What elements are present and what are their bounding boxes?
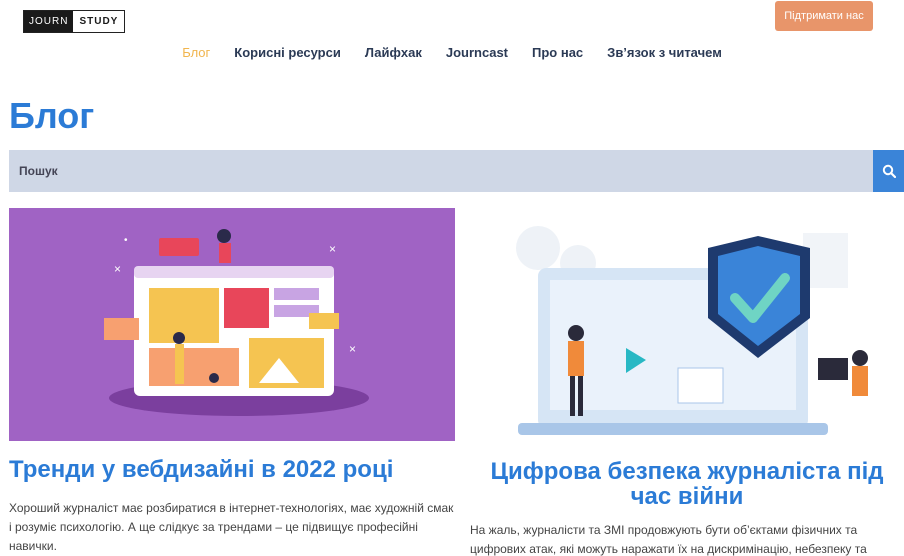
- web-design-illustration: • × × ×: [104, 229, 369, 416]
- site-logo[interactable]: JOURN STUDY: [23, 10, 126, 33]
- svg-text:•: •: [124, 235, 128, 246]
- post-title[interactable]: Тренди у вебдизайні в 2022 році: [9, 457, 455, 482]
- digital-security-illustration: [516, 226, 868, 435]
- nav-item-lifehack[interactable]: Лайфхак: [365, 45, 422, 60]
- post-excerpt: Хороший журналіст має розбиратися в інте…: [9, 501, 454, 553]
- search-icon: [882, 164, 896, 178]
- nav-item-blog[interactable]: Блог: [182, 45, 210, 60]
- nav-item-about[interactable]: Про нас: [532, 45, 583, 60]
- logo-study: STUDY: [73, 11, 125, 32]
- main-nav: Блог Корисні ресурси Лайфхак Journcast П…: [0, 45, 904, 60]
- search-input[interactable]: Пошук: [9, 150, 873, 192]
- page-title: Блог: [9, 95, 95, 136]
- post-image-digital-security[interactable]: [498, 208, 891, 441]
- post-image-web-design[interactable]: • × × ×: [9, 208, 455, 441]
- nav-item-journcast[interactable]: Journcast: [446, 45, 508, 60]
- svg-text:×: ×: [349, 342, 356, 356]
- support-button[interactable]: Підтримати нас: [775, 1, 873, 31]
- search-placeholder: Пошук: [19, 164, 58, 178]
- logo-journ: JOURN: [24, 11, 74, 32]
- post-excerpt: На жаль, журналісти та ЗМІ продовжують б…: [470, 523, 867, 556]
- svg-text:×: ×: [329, 242, 336, 256]
- post-title[interactable]: Цифрова безпека журналіста під час війни: [470, 459, 904, 509]
- search-button[interactable]: [873, 150, 904, 192]
- nav-item-contact[interactable]: Зв’язок з читачем: [607, 45, 722, 60]
- svg-text:×: ×: [114, 262, 121, 276]
- nav-item-resources[interactable]: Корисні ресурси: [234, 45, 341, 60]
